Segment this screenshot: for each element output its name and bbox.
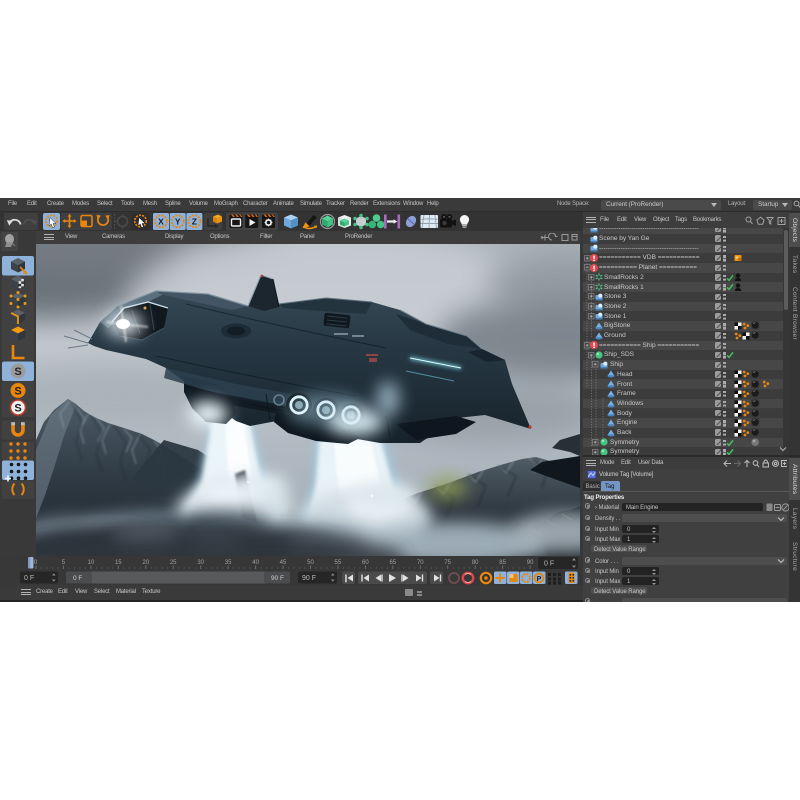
svg-text:S: S [14, 386, 21, 398]
svg-text:S: S [14, 403, 21, 415]
svg-text:35: 35 [225, 560, 232, 566]
svg-text:25: 25 [170, 560, 177, 566]
svg-text:P: P [537, 576, 542, 583]
svg-text:20: 20 [142, 560, 149, 566]
svg-text:0 F: 0 F [73, 575, 82, 582]
svg-text:75: 75 [444, 560, 451, 566]
svg-text:30: 30 [197, 560, 204, 566]
svg-text:40: 40 [252, 560, 259, 566]
svg-text:90 F: 90 F [302, 575, 316, 582]
svg-text:0 F: 0 F [544, 561, 554, 568]
svg-text:X: X [158, 216, 164, 226]
svg-text:80: 80 [472, 560, 479, 566]
svg-text:55: 55 [335, 560, 342, 566]
svg-text:10: 10 [88, 560, 95, 566]
svg-text:Z: Z [192, 216, 197, 226]
svg-text:70: 70 [417, 560, 424, 566]
svg-text:15: 15 [115, 560, 122, 566]
svg-text:45: 45 [280, 560, 287, 566]
svg-text:60: 60 [362, 560, 369, 566]
svg-text:90 F: 90 F [271, 575, 284, 582]
svg-text:0 F: 0 F [24, 575, 34, 582]
svg-text:85: 85 [499, 560, 506, 566]
svg-text:Y: Y [175, 216, 181, 226]
svg-text:50: 50 [307, 560, 314, 566]
svg-text:S: S [14, 366, 21, 378]
svg-text:65: 65 [389, 560, 396, 566]
svg-text:90: 90 [527, 560, 534, 566]
